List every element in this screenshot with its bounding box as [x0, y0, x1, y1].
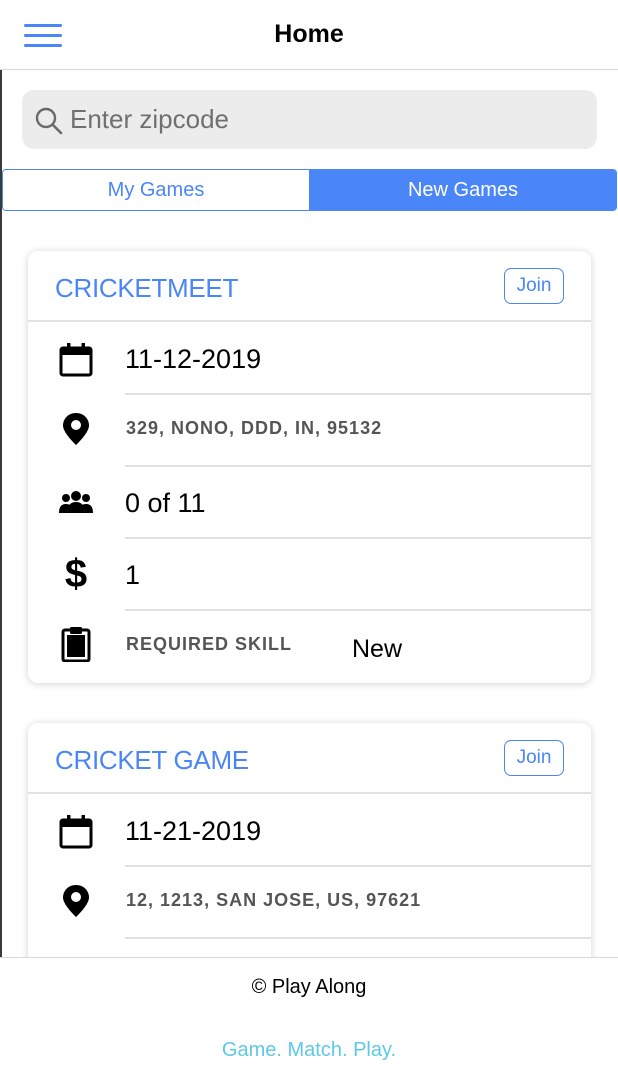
- footer: © Play Along Game. Match. Play.: [0, 957, 618, 1088]
- app-screen: Home My Games New Games CRICKETMEET Join…: [0, 0, 618, 1088]
- divider: [28, 792, 591, 794]
- zipcode-search-bar[interactable]: [22, 90, 597, 149]
- location-pin-icon: [63, 885, 89, 917]
- divider: [125, 609, 591, 611]
- zipcode-input[interactable]: [70, 90, 590, 149]
- game-address: 12, 1213, SAN JOSE, US, 97621: [126, 890, 422, 910]
- copyright-text: © Play Along: [251, 976, 367, 998]
- games-list[interactable]: CRICKETMEET Join 11-12-2019 329, NONO, D…: [0, 212, 618, 957]
- divider: [125, 937, 591, 939]
- required-skill-value: New: [352, 635, 403, 663]
- calendar-icon: [59, 815, 93, 849]
- divider: [125, 393, 591, 395]
- search-icon: [35, 107, 63, 135]
- clipboard-icon: [61, 627, 91, 662]
- players-group-icon: [59, 491, 93, 513]
- game-title: CRICKETMEET: [55, 273, 239, 303]
- location-pin-icon: [63, 413, 89, 445]
- required-skill-label: REQUIRED SKILL: [126, 634, 293, 654]
- join-button[interactable]: Join: [504, 268, 564, 304]
- players-count: 0 of 11: [125, 488, 206, 518]
- game-fee: 1: [125, 560, 141, 590]
- tab-new-games[interactable]: New Games: [310, 170, 616, 210]
- tagline-text: Game. Match. Play.: [221, 1039, 397, 1061]
- game-card: CRICKET GAME Join 11-21-2019 12, 1213, S…: [28, 723, 591, 957]
- page-title: Home: [274, 20, 344, 48]
- divider: [125, 465, 591, 467]
- divider: [125, 865, 591, 867]
- game-date: 11-21-2019: [125, 816, 262, 846]
- game-date: 11-12-2019: [125, 344, 262, 374]
- join-button[interactable]: Join: [504, 740, 564, 776]
- game-address: 329, NONO, DDD, IN, 95132: [126, 418, 383, 438]
- game-title: CRICKET GAME: [55, 745, 249, 775]
- divider: [28, 320, 591, 322]
- divider: [125, 537, 591, 539]
- calendar-icon: [59, 343, 93, 377]
- dollar-icon: $: [64, 552, 88, 596]
- navigation-header: Home: [0, 0, 618, 70]
- games-tab-selector: My Games New Games: [2, 169, 617, 211]
- game-card: CRICKETMEET Join 11-12-2019 329, NONO, D…: [28, 251, 591, 683]
- tab-my-games[interactable]: My Games: [3, 170, 310, 210]
